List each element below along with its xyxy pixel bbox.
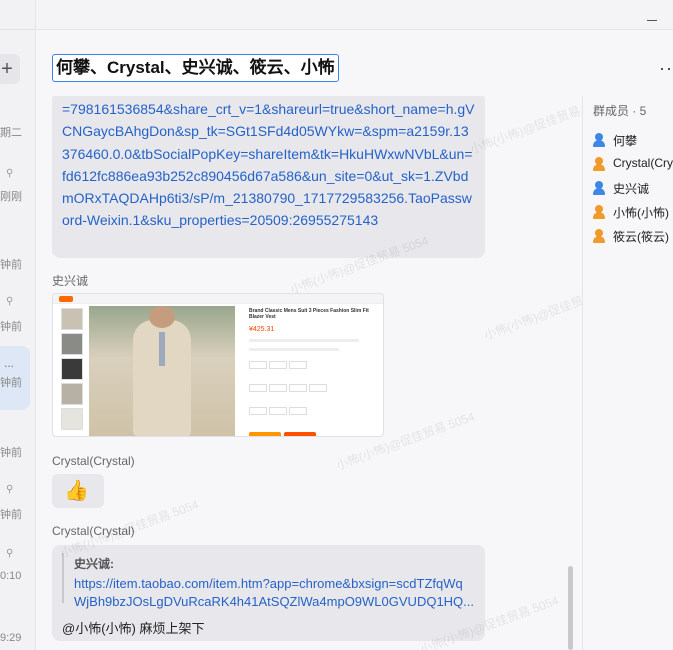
suit-photo: [89, 306, 235, 436]
member-name: 小怖(小怖): [613, 206, 669, 220]
user-icon: [593, 205, 607, 219]
conversation-list: + 期二 ⚲ 刚刚 钟前 ⚲ 钟前 ... 钟前 钟前 ⚲ 钟前 ⚲ 0:10: [0, 0, 36, 650]
conversation-time: 9:29: [0, 632, 22, 644]
quote-author: 史兴诚:: [74, 557, 114, 571]
emoji-message[interactable]: 👍: [52, 474, 104, 508]
message-sender: Crystal(Crystal): [52, 524, 135, 538]
group-title-input[interactable]: 何攀、Crystal、史兴诚、筱云、小怖: [52, 54, 339, 82]
reply-text: @小怖(小怖) 麻烦上架下: [62, 621, 205, 636]
more-icon[interactable]: ··: [659, 58, 673, 79]
add-button[interactable]: +: [0, 56, 14, 82]
user-icon: ⚲: [6, 168, 14, 179]
chat-header: 何攀、Crystal、史兴诚、筱云、小怖 ··: [36, 30, 673, 96]
minimize-icon[interactable]: [647, 20, 657, 21]
conversation-name: ...: [4, 356, 15, 370]
message-sender: 史兴诚: [52, 274, 89, 288]
conversation-item[interactable]: ⚲ 刚刚: [0, 160, 36, 224]
conversation-item[interactable]: ⚲ 钟前: [0, 290, 36, 354]
user-icon: [593, 133, 607, 147]
product-info: Brand Classic Mens Suit 3 Pieces Fashion…: [249, 308, 379, 436]
member-name: 史兴诚: [613, 182, 650, 196]
member-count: 群成员 · 5: [593, 104, 647, 118]
link-message[interactable]: =798161536854&share_crt_v=1&shareurl=tru…: [52, 96, 485, 258]
conversation-time: 刚刚: [0, 191, 22, 203]
conversation-time: 钟前: [0, 509, 22, 521]
user-icon: [593, 157, 607, 171]
user-icon: ⚲: [6, 548, 14, 559]
title-bar: [36, 0, 673, 30]
conversation-time: 钟前: [0, 259, 22, 271]
taobao-logo: [59, 296, 73, 302]
watermark: 小怖(小怖)@促佳贸易 5054: [482, 279, 582, 343]
user-icon: [593, 229, 607, 243]
member-name: 何攀: [613, 134, 638, 148]
image-thumbnails: [61, 308, 85, 430]
scrollbar[interactable]: [568, 566, 573, 650]
chat-window: + 期二 ⚲ 刚刚 钟前 ⚲ 钟前 ... 钟前 钟前 ⚲ 钟前 ⚲ 0:10: [0, 0, 673, 650]
conversation-time: 0:10: [0, 570, 22, 582]
conversation-time: 钟前: [0, 377, 22, 389]
message-list[interactable]: =798161536854&share_crt_v=1&shareurl=tru…: [36, 96, 582, 650]
thumbs-up-icon: 👍: [64, 480, 89, 502]
conversation-item[interactable]: 期二: [0, 96, 36, 160]
product-image[interactable]: Brand Classic Mens Suit 3 Pieces Fashion…: [52, 293, 384, 437]
conversation-time: 期二: [0, 127, 22, 139]
member-name: 筱云(筱云): [613, 230, 669, 244]
user-icon: ⚲: [6, 296, 14, 307]
member-name: Crystal(Crystal): [613, 156, 673, 170]
conversation-item-active[interactable]: ... 钟前: [0, 346, 30, 410]
message-sender: Crystal(Crystal): [52, 454, 135, 468]
conversation-time: 钟前: [0, 447, 22, 459]
user-icon: [593, 181, 607, 195]
conversation-time: 钟前: [0, 321, 22, 333]
conversation-item[interactable]: ⚲ 0:10: [0, 542, 36, 606]
conversation-item[interactable]: 钟前: [0, 416, 36, 480]
product-price: ¥425.31: [249, 326, 275, 333]
quote-link[interactable]: https://item.taobao.com/item.htm?app=chr…: [74, 575, 474, 610]
member-panel: 群成员 · 5 何攀 Crystal(Crystal) 史兴诚 小怖(小怖) 筱…: [582, 96, 673, 650]
quote-bar: [62, 553, 64, 603]
image-browser-bar: [53, 294, 383, 304]
conversation-item[interactable]: ⚲ 钟前: [0, 478, 36, 542]
conversation-item[interactable]: 钟前: [0, 228, 36, 292]
product-title: Brand Classic Mens Suit 3 Pieces Fashion…: [249, 308, 369, 320]
divider: [0, 29, 36, 30]
quote-message[interactable]: 史兴诚: https://item.taobao.com/item.htm?ap…: [52, 545, 485, 641]
user-icon: ⚲: [6, 484, 14, 495]
conversation-item[interactable]: 9:29: [0, 604, 36, 650]
